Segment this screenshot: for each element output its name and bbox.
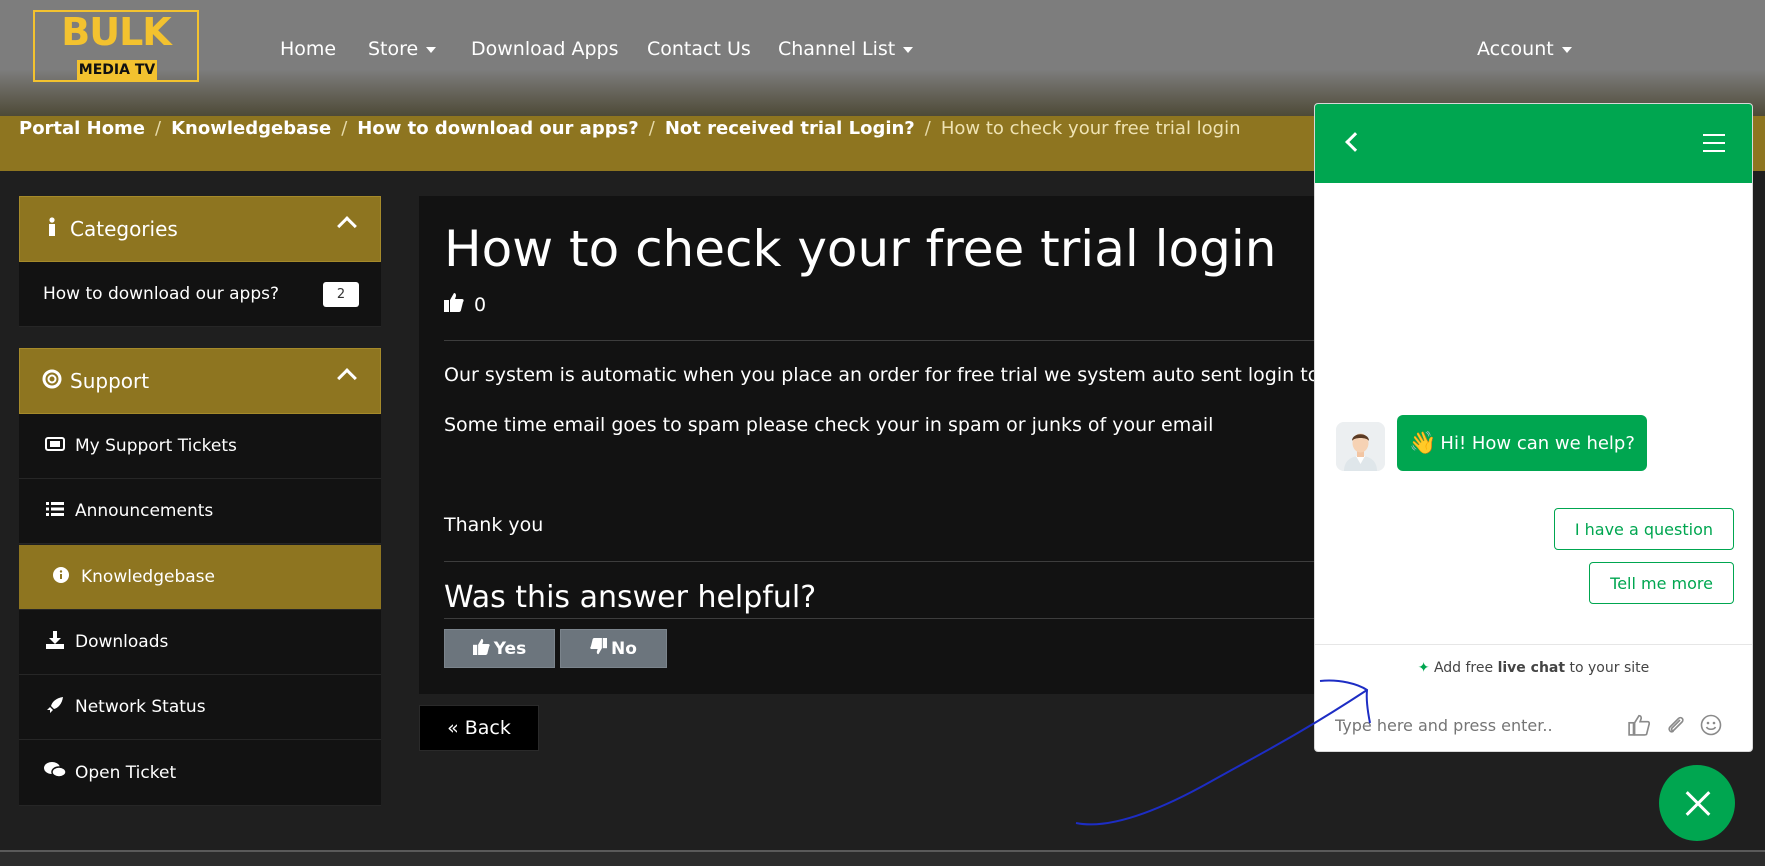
powered-suffix: to your site [1565,660,1650,676]
vote-yes-label: Yes [493,638,527,659]
article-signoff: Thank you [444,514,544,536]
wave-hand-icon: 👋 [1409,430,1437,456]
categories-panel-header[interactable]: Categories [19,196,381,262]
sidebar-item-label: Announcements [75,501,214,521]
quick-reply-question[interactable]: I have a question [1553,508,1734,550]
chat-header [1315,104,1752,183]
divider [444,340,1319,341]
sidebar-item-label: My Support Tickets [75,436,237,456]
sidebar-item-my-support-tickets[interactable]: My Support Tickets [19,414,381,479]
breadcrumb-current: How to check your free trial login [940,117,1241,139]
breadcrumb-separator: / [155,117,162,139]
emoji-icon[interactable] [1700,714,1722,741]
annotation-arrow [1075,679,1371,826]
back-button[interactable]: « Back [419,705,539,751]
nav-home[interactable]: Home [280,38,336,60]
sidebar-item-label: Knowledgebase [81,567,215,587]
article-likes: 0 [444,292,486,317]
sidebar-item-downloads[interactable]: Downloads [19,610,381,675]
support-title: Support [70,369,150,393]
nav-channel-list-label: Channel List [778,38,896,60]
sidebar-item-knowledgebase[interactable]: Knowledgebase [19,545,381,610]
chat-divider [1315,644,1752,645]
bird-icon: ✦ [1417,660,1430,676]
brand-logo[interactable]: BULK MEDIA TV [33,10,199,82]
sidebar-item-open-ticket[interactable]: Open Ticket [19,740,381,806]
support-panel-header[interactable]: Support [19,348,381,414]
logo-text-media-tv: MEDIA TV [77,60,157,80]
nav-account-label: Account [1477,38,1554,60]
info-icon [42,216,62,242]
nav-home-label: Home [280,38,337,60]
nav-download-apps[interactable]: Download Apps [471,38,619,60]
list-icon [43,501,67,521]
thumbs-up-icon [444,292,464,317]
thumbs-up-icon [472,638,490,660]
nav-contact-us[interactable]: Contact Us [647,38,751,60]
comments-icon [43,761,67,784]
chat-widget: 👋 Hi! How can we help? I have a question… [1314,103,1753,752]
category-item-download-apps[interactable]: How to download our apps? 2 [19,262,381,327]
powered-by-link[interactable]: ✦ Add free live chat to your site [1315,660,1752,676]
divider [444,618,1319,619]
chevron-up-icon[interactable] [337,216,357,236]
nav-account[interactable]: Account [1477,38,1572,60]
vote-no-button[interactable]: No [560,629,667,668]
sidebar-item-label: Open Ticket [75,762,177,783]
helpful-question: Was this answer helpful? [444,580,817,615]
nav-contact-label: Contact Us [647,38,751,60]
nav-store-label: Store [368,38,419,60]
breadcrumb-separator: / [924,117,931,139]
sidebar-item-label: Network Status [75,697,206,717]
logo-text-bulk: BULK [61,10,171,54]
breadcrumb-separator: / [341,117,348,139]
rocket-icon [43,696,67,719]
paperclip-icon[interactable] [1665,714,1687,741]
divider [444,561,1319,562]
vote-yes-button[interactable]: Yes [444,629,555,668]
agent-avatar [1336,422,1385,471]
breadcrumb-separator: / [648,117,655,139]
breadcrumb-download-apps[interactable]: How to download our apps? [357,118,639,139]
info-circle-icon [49,566,73,588]
article-title: How to check your free trial login [444,220,1277,278]
nav-channel-list[interactable]: Channel List [778,38,914,60]
quick-reply-tell-more[interactable]: Tell me more [1589,562,1734,604]
sidebar-item-announcements[interactable]: Announcements [19,479,381,544]
greeting-bubble: 👋 Hi! How can we help? [1397,415,1647,471]
powered-bold: live chat [1497,660,1566,676]
categories-title: Categories [70,217,178,241]
breadcrumb-trial-login[interactable]: Not received trial Login? [665,118,915,139]
greeting-text: Hi! How can we help? [1440,432,1635,454]
thumbs-up-icon[interactable] [1628,714,1651,741]
back-label: « Back [447,717,511,739]
nav-download-apps-label: Download Apps [471,38,619,60]
life-ring-icon [42,369,62,394]
thumbs-down-icon [590,637,608,660]
breadcrumb-knowledgebase[interactable]: Knowledgebase [171,118,331,139]
breadcrumb: Portal Home / Knowledgebase / How to dow… [19,116,1241,140]
caret-down-icon [1561,46,1572,53]
chevron-up-icon[interactable] [337,368,357,388]
ticket-icon [43,436,67,456]
article-paragraph: Our system is automatic when you place a… [444,364,1369,386]
nav-store[interactable]: Store [368,38,437,60]
breadcrumb-portal-home[interactable]: Portal Home [19,118,145,139]
chat-close-button[interactable] [1659,765,1735,841]
hamburger-menu-icon[interactable] [1703,134,1725,152]
sidebar-item-label: Downloads [75,632,169,652]
sidebar-item-network-status[interactable]: Network Status [19,675,381,740]
likes-count: 0 [474,293,487,316]
article-paragraph: Some time email goes to spam please chec… [444,414,1214,436]
caret-down-icon [903,46,914,53]
category-count-badge: 2 [323,282,359,307]
download-icon [43,630,67,654]
powered-prefix: Add free [1433,660,1498,676]
footer-strip [0,850,1765,866]
caret-down-icon [426,46,437,53]
chevron-left-icon[interactable] [1345,132,1365,152]
vote-no-label: No [611,638,637,659]
category-item-label: How to download our apps? [43,284,280,304]
